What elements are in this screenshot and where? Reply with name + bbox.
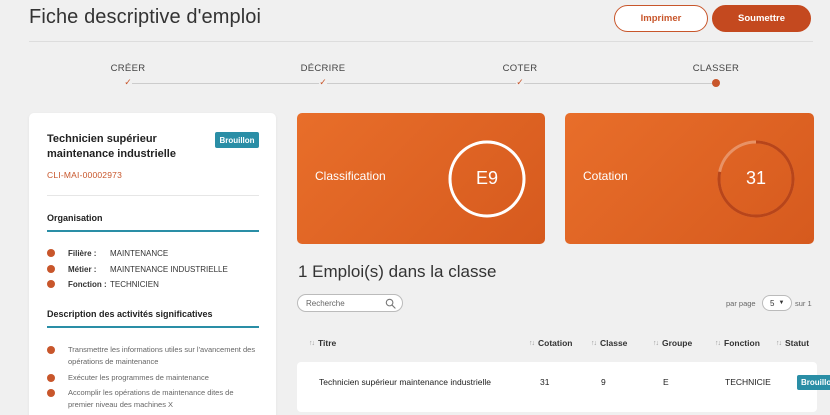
column-header-cotation[interactable]: ↑↓ Cotation [529,338,572,348]
check-icon: ✓ [124,77,132,87]
org-key: Métier : [68,264,97,274]
org-value: MAINTENANCE [110,248,169,258]
cotation-tile: Cotation 31 [565,113,814,244]
step-label: CRÉER [110,63,146,74]
column-header-fonction[interactable]: ↑↓ Fonction [715,338,760,348]
check-icon: ✓ [319,77,327,87]
column-label: Classe [600,338,628,348]
header-divider [29,41,813,42]
column-label: Fonction [724,338,760,348]
cotation-value: 31 [745,168,767,188]
submit-button[interactable]: Soumettre [712,5,811,32]
organisation-title: Organisation [47,213,103,223]
per-page-select[interactable]: 5 ▼ [762,295,792,311]
section-underline [47,230,259,232]
classification-label: Classification [315,169,386,183]
step-creer[interactable]: CRÉER ✓ [68,63,188,87]
job-summary-card: Technicien supérieur maintenance industr… [29,113,276,415]
activity-text: Accomplir les opérations de maintenance … [68,388,234,409]
progress-stepper: CRÉER ✓ DÉCRIRE ✓ COTER ✓ CLASSER [0,58,830,98]
column-header-classe[interactable]: ↑↓ Classe [591,338,627,348]
column-header-groupe[interactable]: ↑↓ Groupe [653,338,692,348]
step-classer[interactable]: CLASSER [656,63,776,87]
org-value: MAINTENANCE INDUSTRIELLE [110,264,228,274]
column-label: Titre [318,338,337,348]
org-value: TECHNICIEN [110,279,159,289]
step-label: COTER [502,63,538,74]
print-button[interactable]: Imprimer [614,5,708,32]
sort-icon: ↑↓ [591,339,597,347]
divider [47,195,259,196]
activity-item: Exécuter les programmes de maintenance [47,372,259,384]
status-badge: Brouillon [215,132,259,148]
step-decrire[interactable]: DÉCRIRE ✓ [263,63,383,87]
sort-icon: ↑↓ [776,339,782,347]
job-code: CLI-MAI-00002973 [47,170,123,180]
per-page-label: par page [726,299,756,308]
job-title: Technicien supérieur maintenance industr… [47,133,176,160]
sort-icon: ↑↓ [715,339,721,347]
column-header-statut[interactable]: ↑↓ Statut [776,338,809,348]
column-label: Groupe [662,338,693,348]
page-count: sur 1 [795,299,812,308]
bullet-icon [47,249,55,257]
column-label: Statut [785,338,810,348]
org-row-metier: Métier : MAINTENANCE INDUSTRIELLE [47,263,228,275]
org-row-fonction: Fonction : TECHNICIEN [47,278,159,290]
bullet-icon [47,280,55,288]
classification-value: E9 [475,168,499,188]
activity-text: Exécuter les programmes de maintenance [68,373,209,382]
activities-title: Description des activités significatives [47,309,213,319]
current-step-dot [712,79,720,87]
org-key: Fonction : [68,279,107,289]
search-box[interactable] [297,294,403,312]
cotation-label: Cotation [583,169,628,183]
step-coter[interactable]: COTER ✓ [460,63,580,87]
jobs-count-title: 1 Emploi(s) dans la classe [298,262,497,281]
activity-text: Transmettre les informations utiles sur … [68,345,256,366]
activity-item: Transmettre les informations utiles sur … [47,344,259,368]
sort-icon: ↑↓ [653,339,659,347]
chevron-down-icon: ▼ [778,300,785,306]
row-status-badge: Brouillon [797,375,830,390]
sort-icon: ↑↓ [529,339,535,347]
page-header: Fiche descriptive d'emploi Imprimer Soum… [0,0,830,42]
page-title: Fiche descriptive d'emploi [29,6,262,28]
bullet-icon [47,374,55,382]
search-icon[interactable] [385,298,396,309]
cell-cotation: 31 [540,377,550,387]
search-input[interactable] [306,298,384,308]
section-underline [47,326,259,328]
org-row-filiere: Filière : MAINTENANCE [47,247,168,259]
org-key: Filière : [68,248,97,258]
cell-fonction: TECHNICIE [725,377,771,387]
check-icon: ✓ [516,77,524,87]
bullet-icon [47,265,55,273]
step-label: CLASSER [692,63,740,74]
cell-classe: 9 [601,377,606,387]
stepper-track [128,83,717,84]
cell-groupe: E [663,377,669,387]
table-row[interactable] [297,362,817,412]
bullet-icon [47,346,55,354]
column-header-titre[interactable]: ↑↓ Titre [309,338,336,348]
column-label: Cotation [538,338,573,348]
bullet-icon [47,389,55,397]
per-page-value: 5 [770,298,775,308]
step-label: DÉCRIRE [300,63,346,74]
sort-icon: ↑↓ [309,339,315,347]
activity-item: Accomplir les opérations de maintenance … [47,387,259,411]
classification-tile: Classification E9 [297,113,545,244]
cell-titre: Technicien supérieur maintenance industr… [319,377,491,387]
